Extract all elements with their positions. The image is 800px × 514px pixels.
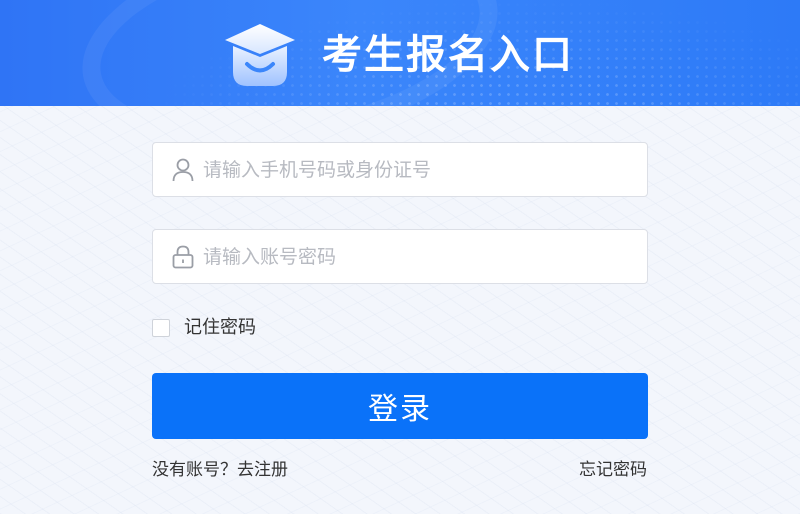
forgot-password-link[interactable]: 忘记密码 [579,458,647,482]
account-input[interactable] [203,149,623,190]
remember-label: 记住密码 [184,317,256,338]
lock-icon [171,245,195,269]
page-title: 考生报名入口 [322,32,574,78]
register-link[interactable]: 没有账号？去注册 [152,458,288,482]
account-field[interactable] [152,142,648,197]
password-field[interactable] [152,229,648,284]
header-banner: 考生报名入口 [0,0,800,106]
graduation-cap-smile-icon [223,22,297,88]
password-input[interactable] [203,236,623,277]
user-icon [171,158,195,182]
login-button[interactable]: 登录 [152,373,648,439]
remember-password[interactable]: 记住密码 [152,316,256,340]
remember-checkbox[interactable] [152,319,170,337]
